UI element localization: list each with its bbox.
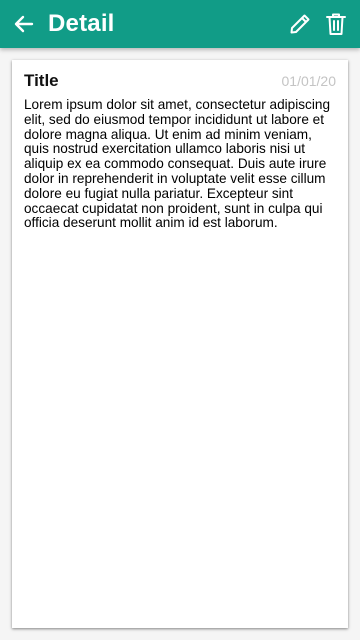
back-button[interactable] (12, 12, 36, 36)
pencil-icon (290, 14, 310, 34)
note-date: 01/01/20 (281, 73, 337, 89)
arrow-left-icon (14, 15, 34, 33)
edit-button[interactable] (288, 12, 312, 36)
delete-button[interactable] (324, 11, 348, 37)
note-body: Lorem ipsum dolor sit amet, consectetur … (24, 97, 330, 231)
note-card: Title 01/01/20 Lorem ipsum dolor sit ame… (12, 60, 348, 628)
app-bar: Detail (0, 0, 360, 48)
page-title: Detail (48, 10, 115, 37)
trash-icon (326, 13, 346, 35)
note-title: Title (24, 71, 59, 90)
